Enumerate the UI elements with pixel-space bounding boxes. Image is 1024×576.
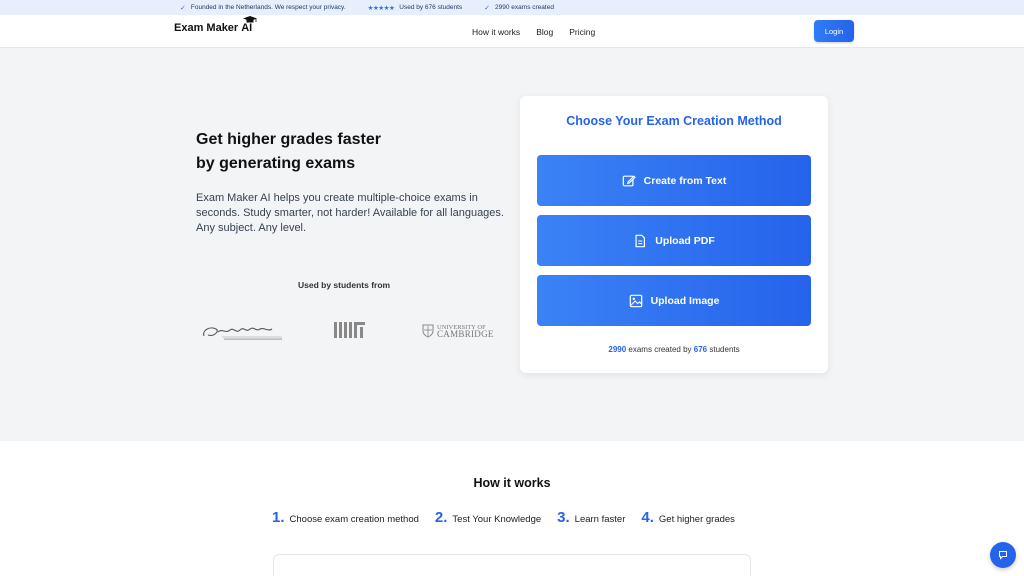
create-from-text-button[interactable]: Create from Text [537,155,811,206]
step-item: 1. Choose exam creation method [272,509,419,526]
step-item: 3. Learn faster [557,509,625,526]
button-label: Upload Image [650,294,720,307]
logo-text: Exam Maker [174,22,239,34]
exam-method-card: Choose Your Exam Creation Method Create … [520,96,828,373]
used-by-heading: Used by students from [298,280,391,290]
steps-list: 1. Choose exam creation method 2. Test Y… [272,509,735,526]
nav-links: How it works Blog Pricing [472,15,595,48]
nav-link-pricing[interactable]: Pricing [569,27,595,37]
logo-ai: AI [241,16,258,34]
nav-link-how-it-works[interactable]: How it works [472,27,520,37]
image-icon [629,294,642,307]
file-icon [635,234,646,247]
step-item: 2. Test Your Knowledge [435,509,541,526]
upload-image-button[interactable]: Upload Image [537,275,811,326]
edit-icon [622,174,636,186]
chat-widget-button[interactable] [990,542,1016,568]
shield-icon [422,324,434,338]
step-preview-panel [273,554,751,576]
announcement-students: ★★★★★ Used by 676 students [368,4,463,12]
check-icon: ✓ [180,4,186,12]
step-number: 1. [272,509,285,526]
university-logos: UNIVERSITY OF CAMBRIDGE [200,316,500,346]
button-label: Create from Text [643,174,727,187]
navbar: Exam Maker AI How it works Blog Pricing … [0,15,1024,48]
hero-headline: Get higher grades faster by generating e… [196,131,381,172]
button-label: Upload PDF [655,234,715,247]
stats-exams-count: 2990 [608,345,627,354]
step-label: Choose exam creation method [289,514,419,525]
mit-logo [334,322,365,338]
card-stats: 2990 exams created by 676 students [608,345,740,354]
star-rating-icon: ★★★★★ [367,4,395,12]
upload-pdf-button[interactable]: Upload PDF [537,215,811,266]
section-title: How it works [473,476,551,490]
step-label: Get higher grades [658,514,735,525]
announcement-text: 2990 exams created [495,4,554,11]
card-title: Choose Your Exam Creation Method [566,114,782,128]
announcement-privacy: ✓ Founded in the Netherlands. We respect… [180,4,346,12]
step-number: 3. [557,509,570,526]
step-item: 4. Get higher grades [641,509,735,526]
how-it-works-section: How it works 1. Choose exam creation met… [0,441,1024,576]
login-button[interactable]: Login [814,20,854,42]
step-number: 4. [641,509,654,526]
erasmus-logo [203,327,282,340]
graduation-cap-icon [243,16,258,23]
hero-section: Get higher grades faster by generating e… [0,48,1024,441]
announcement-text: Founded in the Netherlands. We respect y… [190,4,346,11]
announcement-exams: ✓ 2990 exams created [484,4,554,12]
cambridge-logo: UNIVERSITY OF CAMBRIDGE [422,322,494,340]
announcement-text: Used by 676 students [399,4,463,11]
announcement-bar: ✓ Founded in the Netherlands. We respect… [0,0,1024,15]
stats-students-count: 676 [693,345,708,354]
hero-description: Exam Maker AI helps you create multiple-… [196,192,504,234]
cambridge-line2: CAMBRIDGE [437,329,494,339]
step-label: Test Your Knowledge [452,514,542,525]
chat-bubble-icon [999,551,1007,560]
nav-link-blog[interactable]: Blog [536,27,553,37]
site-logo[interactable]: Exam Maker AI [174,16,258,34]
check-icon: ✓ [484,4,491,12]
step-label: Learn faster [574,514,626,525]
step-number: 2. [434,509,448,526]
